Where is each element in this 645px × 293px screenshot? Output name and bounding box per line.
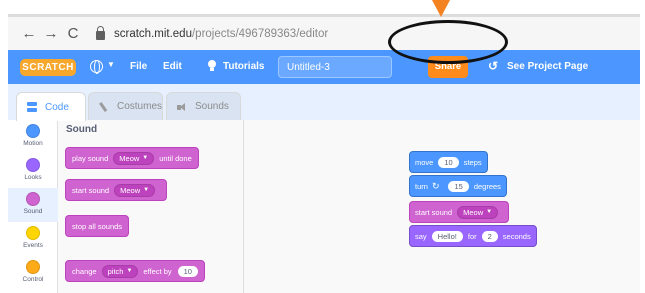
file-menu[interactable]: File xyxy=(130,61,147,72)
edit-menu[interactable]: Edit xyxy=(163,61,182,72)
effect-value-input[interactable]: 10 xyxy=(177,265,198,277)
category-events[interactable]: Events xyxy=(8,222,58,256)
block-text: change xyxy=(72,266,97,276)
block-text: say xyxy=(415,231,427,241)
dropdown-value: Meow xyxy=(463,207,484,217)
rotate-clockwise-icon: ↻ xyxy=(431,180,440,191)
effect-dropdown[interactable]: pitch ▼ xyxy=(101,264,139,278)
forward-arrow-icon[interactable]: → xyxy=(40,25,62,42)
motion-category-icon xyxy=(26,124,40,138)
dropdown-value: pitch xyxy=(107,266,124,276)
screenshot-frame: ← → C scratch.mit.edu /projects/49678936… xyxy=(0,0,645,293)
chevron-down-icon: ▼ xyxy=(486,209,493,215)
block-text: stop all sounds xyxy=(72,221,123,231)
steps-input[interactable]: 10 xyxy=(438,156,459,168)
chevron-down-icon: ▼ xyxy=(142,155,149,161)
sound-dropdown[interactable]: Meow ▼ xyxy=(113,151,155,165)
stop-all-sounds-block[interactable]: stop all sounds xyxy=(65,215,130,237)
url-host: scratch.mit.edu xyxy=(114,27,192,40)
brush-icon xyxy=(97,99,113,114)
block-categories: Motion Looks Sound Events Control xyxy=(8,120,58,293)
code-icon xyxy=(27,102,39,112)
chevron-down-icon[interactable]: ▼ xyxy=(107,60,115,69)
category-motion[interactable]: Motion xyxy=(8,120,58,154)
dropdown-value: Meow xyxy=(119,153,140,163)
change-effect-block[interactable]: change pitch ▼ effect by 10 xyxy=(65,260,205,282)
category-looks[interactable]: Looks xyxy=(8,154,58,188)
block-text: degrees xyxy=(473,181,501,191)
seconds-input[interactable]: 2 xyxy=(481,230,498,242)
turn-degrees-block[interactable]: turn ↻ 15 degrees xyxy=(409,175,507,197)
category-label: Sound xyxy=(23,208,43,215)
category-label: Events xyxy=(23,242,43,249)
speaker-icon xyxy=(177,102,189,112)
tutorials-menu[interactable]: Tutorials xyxy=(223,61,264,72)
remix-icon: ↺ xyxy=(488,59,499,73)
editor-tabs-bar: Code Costumes Sounds xyxy=(8,84,640,121)
annotation-circle xyxy=(388,20,508,64)
tab-sounds[interactable]: Sounds xyxy=(166,92,241,120)
chevron-down-icon: ▼ xyxy=(143,187,150,193)
block-palette: Sound play sound Meow ▼ until done start … xyxy=(58,120,244,293)
block-text: steps xyxy=(463,157,482,167)
control-category-icon xyxy=(26,260,40,274)
category-label: Looks xyxy=(24,174,42,181)
dropdown-value: Meow xyxy=(120,185,141,195)
say-for-seconds-block[interactable]: say Hello! for 2 seconds xyxy=(409,225,537,247)
sound-dropdown[interactable]: Meow ▼ xyxy=(457,205,499,219)
move-steps-block[interactable]: move 10 steps xyxy=(409,151,488,173)
category-label: Motion xyxy=(23,140,43,147)
block-text: for xyxy=(467,231,477,241)
url-path: /projects/496789363/editor xyxy=(191,27,329,40)
block-text: turn xyxy=(415,181,428,191)
tab-code[interactable]: Code xyxy=(16,92,86,121)
block-text: effect by xyxy=(143,266,172,276)
scratch-logo[interactable]: SCRATCH xyxy=(20,59,76,76)
block-text: seconds xyxy=(502,231,531,241)
tab-label: Costumes xyxy=(116,101,162,112)
block-text: start sound xyxy=(415,207,453,217)
events-category-icon xyxy=(26,226,40,240)
sound-category-icon xyxy=(26,192,40,206)
lock-icon xyxy=(96,25,105,40)
url-field[interactable]: scratch.mit.edu /projects/496789363/edit… xyxy=(96,25,329,40)
degrees-input[interactable]: 15 xyxy=(448,180,469,192)
see-project-page-button[interactable]: See Project Page xyxy=(507,61,588,72)
say-text-input[interactable]: Hello! xyxy=(431,230,463,242)
tab-label: Sounds xyxy=(195,101,229,112)
annotation-arrow-icon xyxy=(432,0,450,17)
block-text: start sound xyxy=(72,185,110,195)
block-text: move xyxy=(415,157,434,167)
browser-address-bar: ← → C scratch.mit.edu /projects/49678936… xyxy=(8,14,640,50)
start-sound-block[interactable]: start sound Meow ▼ xyxy=(409,201,510,223)
script-area[interactable]: move 10 steps turn ↻ 15 degrees start so… xyxy=(244,120,640,293)
block-text: until done xyxy=(159,153,192,163)
start-sound-block[interactable]: start sound Meow ▼ xyxy=(65,179,168,201)
scratch-menu-bar: SCRATCH ▼ File Edit Tutorials Share ↺ Se… xyxy=(8,50,640,84)
play-sound-until-done-block[interactable]: play sound Meow ▼ until done xyxy=(65,147,199,169)
project-title-input[interactable] xyxy=(278,56,392,78)
category-control[interactable]: Control xyxy=(8,256,58,290)
chevron-down-icon: ▼ xyxy=(126,268,133,274)
back-arrow-icon[interactable]: ← xyxy=(18,25,40,42)
lightbulb-icon[interactable] xyxy=(205,58,219,72)
tab-label: Code xyxy=(45,101,69,113)
reload-icon[interactable]: C xyxy=(62,25,84,42)
globe-icon[interactable] xyxy=(90,60,103,74)
block-text: play sound xyxy=(72,153,109,163)
sound-dropdown[interactable]: Meow ▼ xyxy=(114,183,156,197)
looks-category-icon xyxy=(26,158,40,172)
category-label: Control xyxy=(22,276,44,283)
tab-costumes[interactable]: Costumes xyxy=(88,92,163,120)
category-sound[interactable]: Sound xyxy=(8,188,58,222)
palette-heading: Sound xyxy=(66,124,98,135)
